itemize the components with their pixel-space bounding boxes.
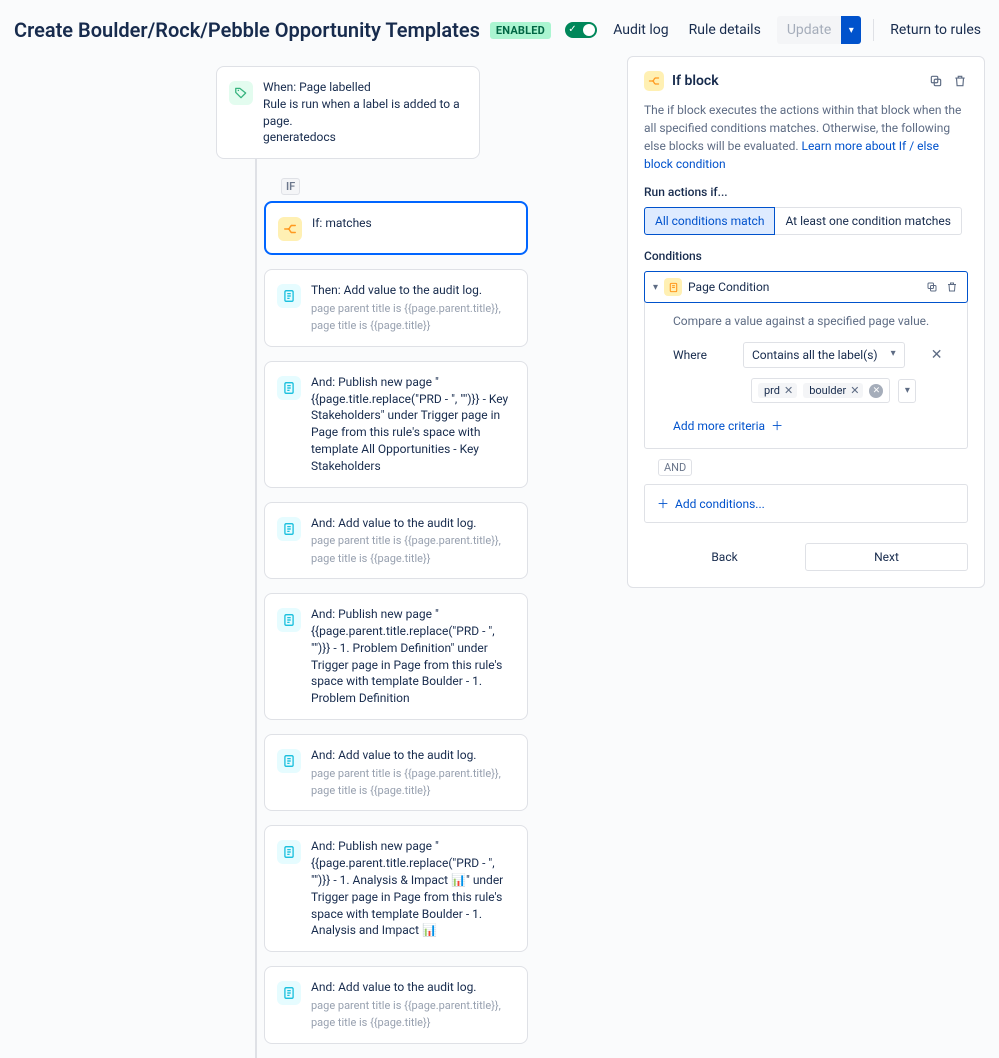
update-button: Update: [777, 16, 841, 44]
enabled-badge: ENABLED: [490, 22, 551, 39]
panel-title: If block: [672, 73, 920, 89]
page-header: Create Boulder/Rock/Pebble Opportunity T…: [0, 0, 999, 56]
step-main: Then: Add value to the audit log.: [311, 282, 501, 299]
step-sub: page parent title is {{page.parent.title…: [311, 301, 501, 316]
step-sub: page parent title is {{page.parent.title…: [311, 766, 501, 781]
page-icon: [277, 749, 301, 773]
step-sub: page title is {{page.title}}: [311, 318, 501, 333]
condition-header[interactable]: ▾ Page Condition: [644, 271, 968, 303]
step-main: And: Add value to the audit log.: [311, 515, 501, 532]
condition-block: ▾ Page Condition Compare a value against…: [644, 271, 968, 449]
chevron-down-icon: ▾: [849, 25, 854, 36]
plus-icon: ＋: [657, 495, 669, 512]
step-main: And: Publish new page "{{page.title.repl…: [311, 374, 515, 475]
remove-criteria-button[interactable]: ✕: [927, 345, 947, 365]
step-main: And: Publish new page "{{page.parent.tit…: [311, 838, 515, 939]
if-block-card[interactable]: If: matches: [264, 201, 528, 255]
labels-dropdown-toggle[interactable]: ▾: [898, 379, 916, 403]
add-conditions-label: Add conditions...: [675, 497, 765, 511]
step-sub: page title is {{page.title}}: [311, 551, 501, 566]
page-icon: [277, 840, 301, 864]
tag-icon: [229, 81, 253, 105]
all-conditions-option[interactable]: All conditions match: [644, 207, 775, 235]
plus-icon: ＋: [771, 417, 783, 434]
step-card[interactable]: And: Add value to the audit log. page pa…: [264, 966, 528, 1044]
connector-line: [255, 128, 257, 1058]
update-dropdown-button[interactable]: ▾: [841, 16, 861, 44]
conditions-section-label: Conditions: [644, 249, 968, 263]
where-label: Where: [673, 348, 721, 362]
trigger-desc: Rule is run when a label is added to a p…: [263, 96, 467, 130]
and-badge: AND: [658, 459, 692, 476]
trash-icon[interactable]: [952, 73, 968, 89]
label-chip: prd ✕: [758, 383, 797, 398]
add-criteria-button[interactable]: Add more criteria ＋: [673, 417, 955, 434]
run-actions-label: Run actions if...: [644, 185, 968, 199]
back-button[interactable]: Back: [644, 544, 805, 570]
operator-select[interactable]: Contains all the label(s): [743, 342, 905, 368]
step-card[interactable]: Then: Add value to the audit log. page p…: [264, 269, 528, 347]
page-icon: [277, 517, 301, 541]
condition-name: Page Condition: [688, 280, 919, 294]
remove-chip-icon[interactable]: ✕: [850, 384, 859, 397]
page-title: Create Boulder/Rock/Pebble Opportunity T…: [14, 18, 480, 42]
step-sub: page parent title is {{page.parent.title…: [311, 998, 501, 1013]
rule-details-link[interactable]: Rule details: [685, 18, 765, 42]
rule-enabled-toggle[interactable]: ✓: [565, 22, 597, 38]
step-card[interactable]: And: Publish new page "{{page.title.repl…: [264, 361, 528, 488]
page-icon: [277, 608, 301, 632]
step-main: And: Publish new page "{{page.parent.tit…: [311, 606, 515, 707]
if-block-panel: If block The if block executes the actio…: [627, 56, 985, 588]
step-card[interactable]: And: Publish new page "{{page.parent.tit…: [264, 825, 528, 952]
page-condition-icon: [664, 278, 682, 296]
add-criteria-label: Add more criteria: [673, 419, 765, 433]
step-sub: page title is {{page.title}}: [311, 783, 501, 798]
step-main: And: Add value to the audit log.: [311, 979, 501, 996]
step-sub: page title is {{page.title}}: [311, 1015, 501, 1030]
clear-labels-icon[interactable]: ✕: [869, 384, 883, 398]
if-badge: IF: [281, 178, 300, 195]
trigger-label: generatedocs: [263, 129, 467, 146]
audit-log-link[interactable]: Audit log: [609, 18, 672, 42]
chevron-down-icon[interactable]: ▾: [653, 282, 658, 293]
branch-icon: [278, 217, 302, 241]
return-to-rules-link[interactable]: Return to rules: [886, 18, 985, 42]
copy-icon[interactable]: [925, 280, 939, 294]
branch-icon: [644, 71, 664, 91]
label-chip: boulder ✕: [803, 383, 863, 398]
copy-icon[interactable]: [928, 73, 944, 89]
condition-help: Compare a value against a specified page…: [673, 314, 955, 328]
trash-icon[interactable]: [945, 280, 959, 294]
if-label: If: matches: [312, 215, 372, 232]
page-icon: [277, 981, 301, 1005]
step-card[interactable]: And: Add value to the audit log. page pa…: [264, 734, 528, 812]
remove-chip-icon[interactable]: ✕: [784, 384, 793, 397]
page-icon: [277, 376, 301, 400]
labels-input[interactable]: prd ✕ boulder ✕ ✕: [751, 378, 890, 403]
add-conditions-button[interactable]: ＋ Add conditions...: [644, 484, 968, 523]
check-icon: ✓: [568, 22, 576, 38]
step-main: And: Add value to the audit log.: [311, 747, 501, 764]
next-button[interactable]: Next: [805, 543, 968, 571]
page-icon: [277, 284, 301, 308]
chip-text: prd: [764, 384, 780, 397]
divider: [873, 19, 874, 41]
condition-mode-segmented: All conditions match At least one condit…: [644, 207, 968, 235]
panel-description: The if block executes the actions within…: [644, 101, 968, 173]
trigger-card[interactable]: When: Page labelled Rule is run when a l…: [216, 66, 480, 159]
step-sub: page parent title is {{page.parent.title…: [311, 533, 501, 548]
step-card[interactable]: And: Add value to the audit log. page pa…: [264, 502, 528, 580]
chip-text: boulder: [809, 384, 846, 397]
any-condition-option[interactable]: At least one condition matches: [775, 207, 962, 235]
trigger-when: When: Page labelled: [263, 79, 467, 96]
step-card[interactable]: And: Publish new page "{{page.parent.tit…: [264, 593, 528, 720]
update-button-group: Update ▾: [777, 16, 861, 44]
